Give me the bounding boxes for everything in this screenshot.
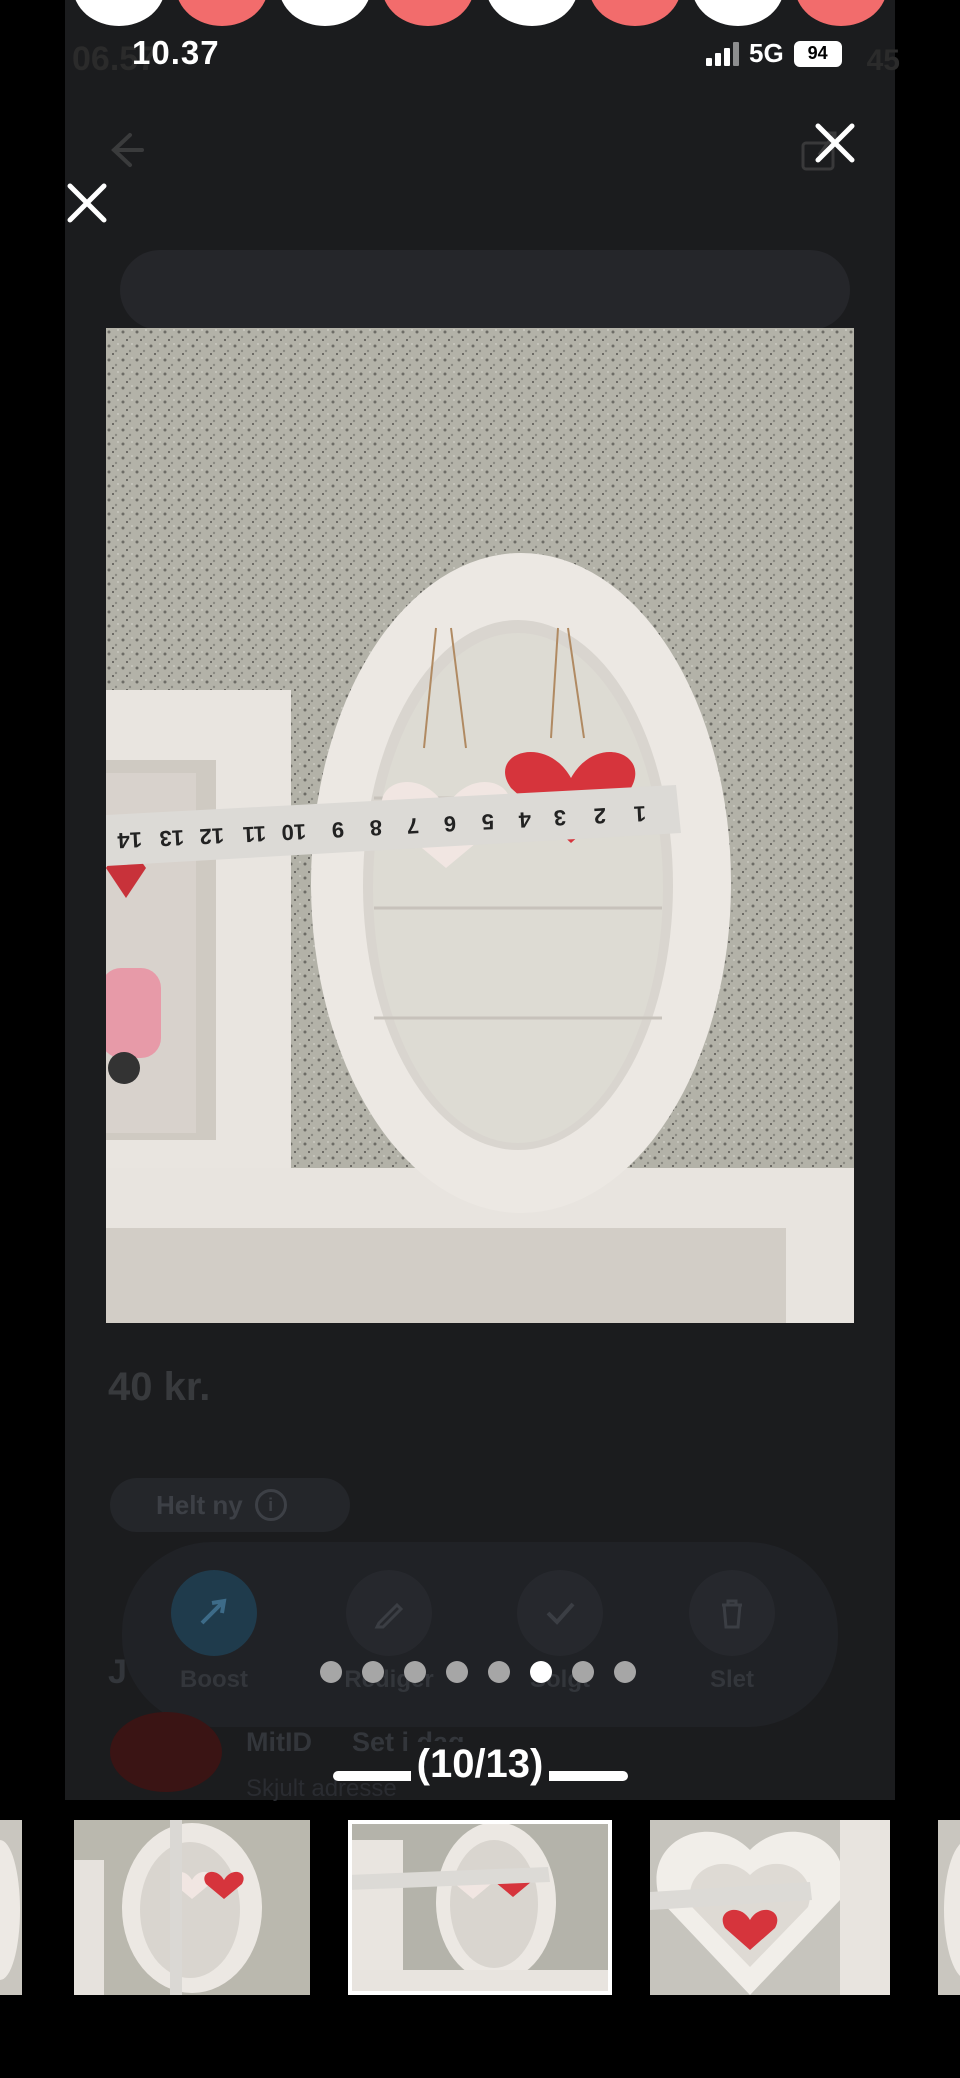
ruler-mark: 12	[199, 823, 225, 849]
background-card	[120, 250, 850, 330]
thumbnail[interactable]	[650, 1820, 890, 1995]
battery-icon: 94	[793, 40, 842, 67]
condition-label: Helt ny	[156, 1489, 243, 1520]
check-icon	[517, 1570, 603, 1656]
page-dot[interactable]	[362, 1661, 384, 1683]
page-dot[interactable]	[572, 1661, 594, 1683]
ruler-mark: 6	[443, 811, 457, 837]
ruler-mark: 4	[517, 807, 531, 833]
ruler-mark: 1	[633, 801, 647, 827]
seller-initial: J	[108, 1653, 127, 1691]
price-label: 40 kr.	[108, 1365, 211, 1409]
status-time: 10.37	[132, 34, 220, 71]
listing-action-bar: Boost Rediger Solgt Slet	[122, 1542, 838, 1727]
ruler-mark: 9	[331, 817, 345, 843]
back-arrow-icon[interactable]	[100, 125, 150, 175]
page-dot[interactable]	[320, 1661, 342, 1683]
battery-underlay: 45	[866, 44, 900, 77]
ruler-mark: 11	[242, 821, 267, 847]
page-dot[interactable]	[404, 1661, 426, 1683]
close-viewer-icon[interactable]	[62, 178, 112, 228]
trash-icon	[689, 1570, 775, 1656]
ruler-mark: 2	[593, 803, 607, 829]
page-dot[interactable]	[488, 1661, 510, 1683]
ruler-mark: 5	[481, 809, 495, 835]
pencil-icon	[346, 1570, 432, 1656]
close-icon[interactable]	[810, 118, 860, 168]
image-counter: (10/13)	[360, 1742, 600, 1787]
seller-avatar[interactable]	[110, 1712, 222, 1792]
main-photo[interactable]: 1 2 3 4 5 6 7 8 9 10 11 12 13 14	[106, 328, 854, 1323]
ruler-mark: 8	[369, 815, 383, 841]
pagination-dots	[320, 1661, 636, 1683]
ruler-mark: 13	[159, 825, 185, 851]
delete-label: Slet	[709, 1666, 754, 1693]
mitid-badge: MitID	[246, 1727, 312, 1757]
status-right: 5G 94	[706, 38, 842, 69]
page-dot-active[interactable]	[530, 1661, 552, 1683]
delete-button[interactable]: Slet	[672, 1570, 792, 1694]
info-icon: i	[254, 1489, 287, 1521]
page-dot[interactable]	[446, 1661, 468, 1683]
photo-image: 1 2 3 4 5 6 7 8 9 10 11 12 13 14	[106, 328, 854, 1323]
signal-icon	[706, 41, 739, 66]
top-decorative-circles	[65, 0, 895, 28]
thumbnail[interactable]	[0, 1820, 22, 1995]
ruler-mark: 7	[406, 813, 420, 839]
boost-button[interactable]: Boost	[154, 1570, 274, 1694]
thumbnail-strip	[0, 1820, 960, 1995]
thumbnail[interactable]	[938, 1820, 960, 1995]
ruler-mark: 10	[281, 819, 307, 845]
network-label: 5G	[749, 38, 784, 68]
battery-level: 94	[807, 43, 828, 63]
ruler-mark: 14	[116, 827, 143, 853]
boost-label: Boost	[180, 1666, 248, 1693]
page-dot[interactable]	[614, 1661, 636, 1683]
rocket-icon	[171, 1570, 257, 1656]
image-counter-text: (10/13)	[410, 1742, 550, 1786]
thumbnail-selected[interactable]	[348, 1820, 612, 1995]
condition-chip: Helt ny i	[110, 1478, 350, 1532]
ruler-mark: 3	[553, 805, 567, 831]
thumbnail[interactable]	[74, 1820, 310, 1995]
